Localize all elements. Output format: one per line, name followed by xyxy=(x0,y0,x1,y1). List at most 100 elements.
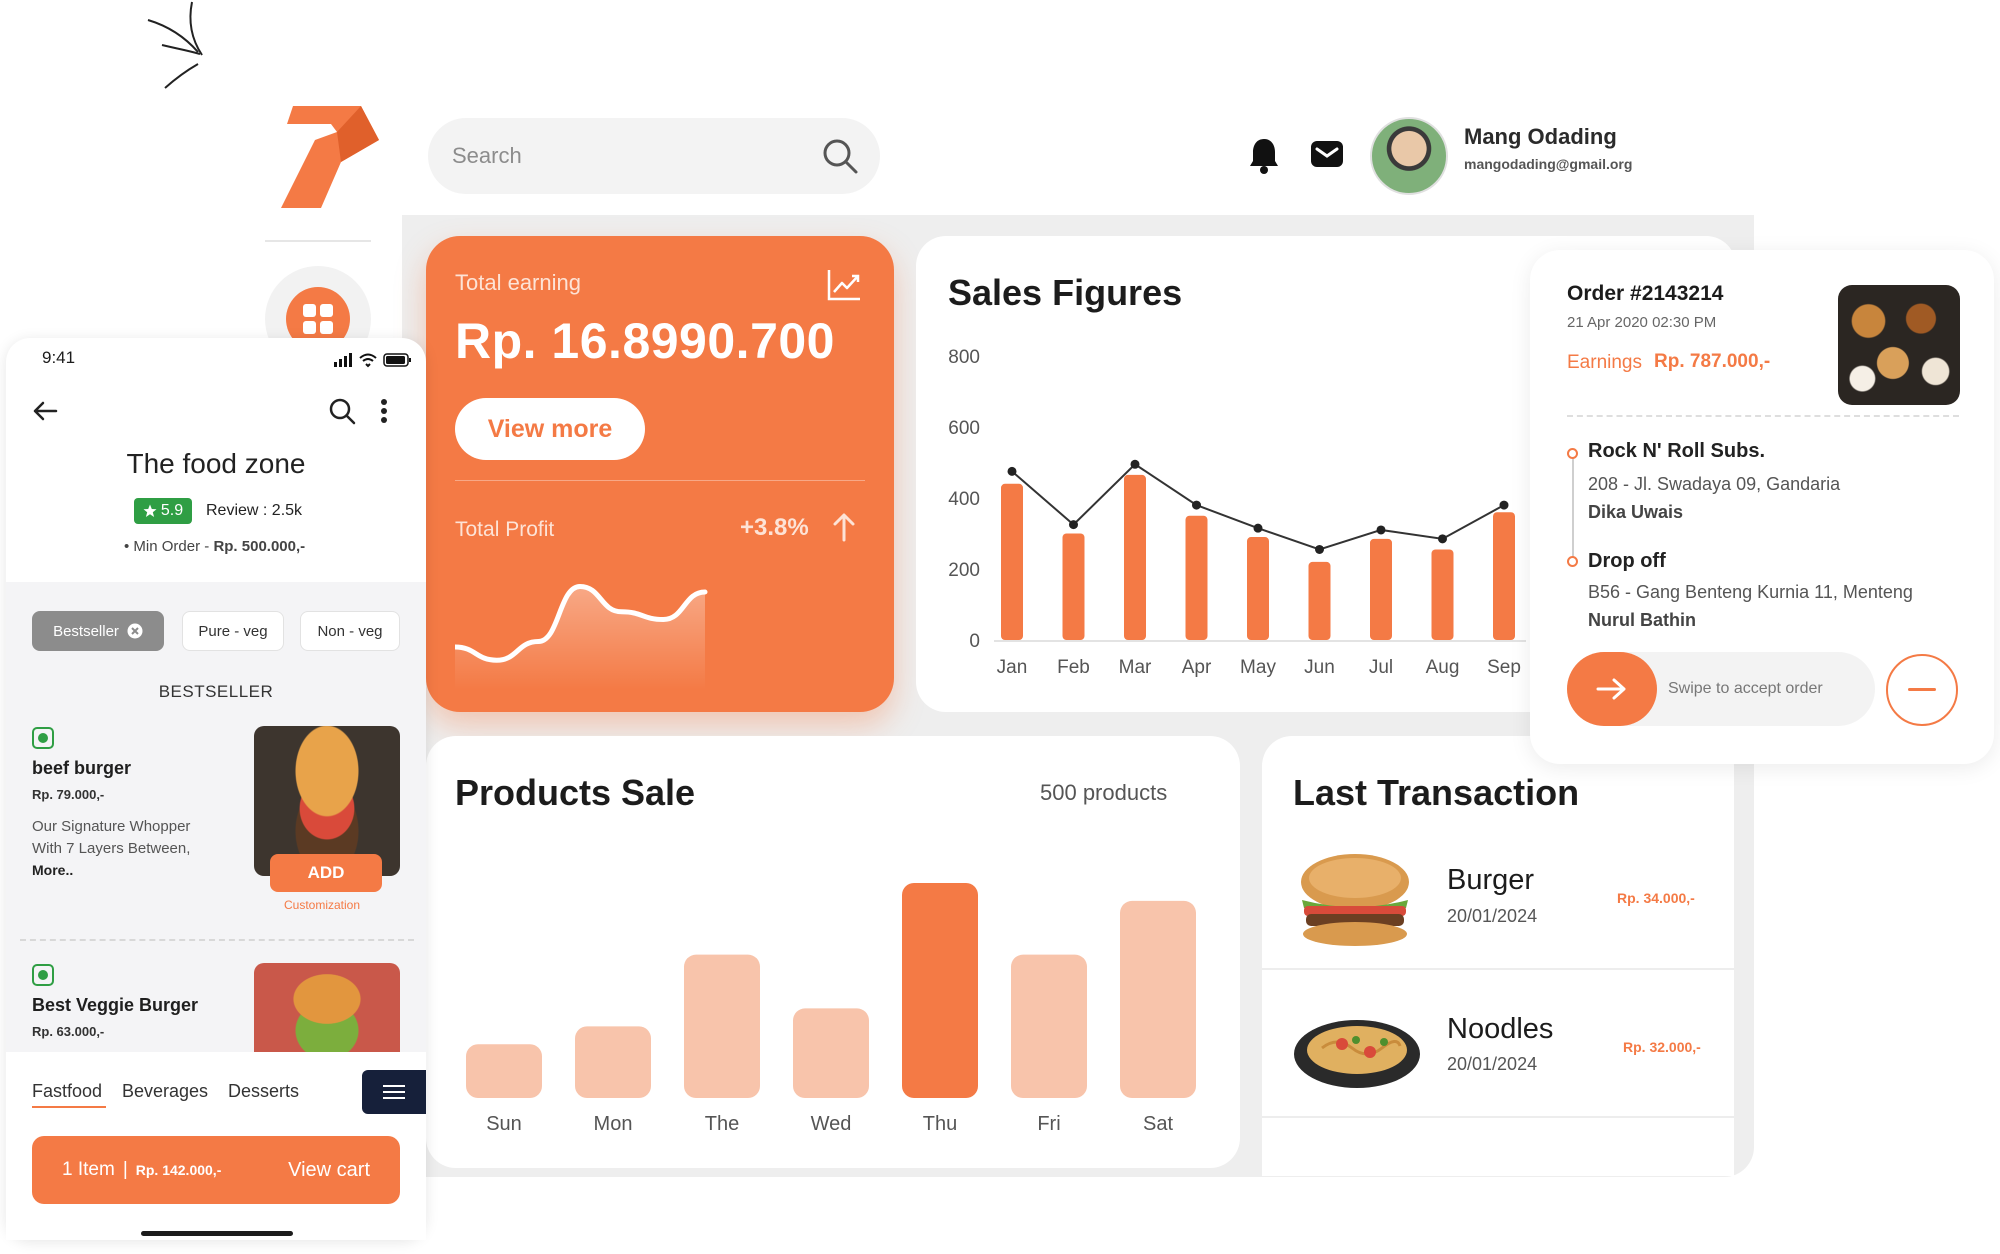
close-circle-icon[interactable] xyxy=(127,623,143,639)
rating-value: 5.9 xyxy=(160,502,184,519)
more-vertical-icon[interactable] xyxy=(380,398,388,424)
x-tick-label: Jun xyxy=(1304,657,1335,678)
user-name: Mang Odading xyxy=(1464,124,1617,149)
pickup-address: 208 - Jl. Swadaya 09, Gandaria xyxy=(1588,474,1841,494)
bell-icon[interactable] xyxy=(1248,136,1280,174)
active-tab-indicator xyxy=(32,1106,106,1108)
product-sale-bar xyxy=(1011,954,1087,1098)
restaurant-title: The food zone xyxy=(126,448,306,479)
trend-chart-icon xyxy=(827,270,860,301)
sales-trend-point xyxy=(1499,500,1509,510)
dropoff-label: Drop off xyxy=(1588,550,1666,572)
menu-item-price: Rp. 79.000,- xyxy=(32,787,105,802)
mail-icon[interactable] xyxy=(1310,140,1344,168)
search-icon[interactable] xyxy=(328,397,356,425)
product-sale-bar xyxy=(684,954,760,1098)
tab-desserts[interactable]: Desserts xyxy=(228,1081,299,1102)
arrow-up-icon xyxy=(833,513,855,542)
sales-bar xyxy=(1185,515,1208,640)
status-bar-icons xyxy=(334,353,411,368)
x-tick-label: Jan xyxy=(997,657,1028,678)
dropoff-person: Nurul Bathin xyxy=(1588,610,1696,630)
products-sale-chart: Sun Mon The Wed Thu Fri Sat xyxy=(466,883,1196,1135)
x-tick-label: Sun xyxy=(486,1113,522,1135)
veg-indicator-icon xyxy=(32,727,54,749)
menu-button[interactable] xyxy=(362,1070,426,1114)
add-item-button[interactable]: ADD xyxy=(270,854,382,892)
search-icon[interactable] xyxy=(820,136,860,176)
review-count: Review : 2.5k xyxy=(206,502,303,519)
x-tick-label: Sep xyxy=(1487,657,1521,678)
sales-bar xyxy=(1431,549,1454,640)
x-tick-label: Mar xyxy=(1119,657,1152,678)
sales-trend-point xyxy=(1438,534,1447,544)
swipe-accept-handle[interactable] xyxy=(1567,652,1657,726)
sales-bar xyxy=(1124,474,1146,640)
view-cart-button[interactable]: 1 Item | Rp. 142.000,- View cart xyxy=(32,1136,400,1204)
arrow-right-icon xyxy=(1596,678,1626,700)
menu-item-price: Rp. 63.000,- xyxy=(32,1024,105,1039)
back-arrow-icon[interactable] xyxy=(32,400,58,422)
swipe-accept-text: Swipe to accept order xyxy=(1668,680,1823,697)
filter-chip-label: Non - veg xyxy=(317,622,383,640)
pickup-name: Rock N' Roll Subs. xyxy=(1588,440,1766,462)
min-order: • Min Order - Rp. 500.000,- xyxy=(124,538,306,555)
sales-trend-point xyxy=(1376,525,1386,535)
product-sale-bar xyxy=(575,1026,651,1098)
sales-bar xyxy=(1001,483,1023,640)
sales-trend-line xyxy=(1011,462,1505,551)
sales-trend-point xyxy=(1315,544,1324,554)
sales-trend-point xyxy=(1192,500,1201,510)
filter-chip-label: Pure - veg xyxy=(198,622,268,640)
tab-beverages[interactable]: Beverages xyxy=(122,1081,208,1102)
veg-indicator-icon xyxy=(32,964,54,986)
order-date: 21 Apr 2020 02:30 PM xyxy=(1567,314,1717,331)
pickup-marker-icon xyxy=(1567,448,1578,459)
x-tick-label: Wed xyxy=(811,1113,852,1135)
search-input[interactable] xyxy=(452,140,782,172)
order-earnings-value: Rp. 787.000,- xyxy=(1654,351,1771,372)
menu-item-name: Best Veggie Burger xyxy=(32,995,199,1015)
filter-chip-pure-veg[interactable]: Pure - veg xyxy=(182,611,284,651)
last-transaction-title: Last Transaction xyxy=(1293,772,1580,813)
cart-separator: | xyxy=(122,1159,128,1180)
filter-chip-non-veg[interactable]: Non - veg xyxy=(300,611,400,651)
avatar[interactable] xyxy=(1370,117,1448,195)
sales-trend-point xyxy=(1253,523,1263,533)
product-sale-bar xyxy=(466,1044,542,1098)
view-more-button[interactable]: View more xyxy=(455,398,645,460)
menu-item-more-link[interactable]: More.. xyxy=(32,862,73,878)
y-tick-label: 600 xyxy=(948,418,980,439)
x-tick-label: Thu xyxy=(923,1113,957,1135)
total-profit-value: +3.8% xyxy=(740,514,809,541)
section-heading: BESTSELLER xyxy=(158,682,274,701)
decline-order-button[interactable] xyxy=(1886,654,1958,726)
rating-badge: 5.9 xyxy=(134,498,192,524)
total-earning-value: Rp. 16.8990.700 xyxy=(455,313,835,369)
sales-bar xyxy=(1308,561,1331,640)
sales-trend-point xyxy=(1007,466,1017,476)
minus-icon xyxy=(1908,688,1936,691)
x-tick-label: Sat xyxy=(1143,1113,1173,1135)
sales-bar xyxy=(1062,533,1085,640)
order-title: Order #2143214 xyxy=(1567,282,1724,305)
x-tick-label: Feb xyxy=(1057,657,1090,678)
sidebar-divider xyxy=(265,240,371,242)
filter-chip-bestseller[interactable]: Bestseller xyxy=(32,611,164,651)
total-earning-label: Total earning xyxy=(455,270,581,295)
y-tick-label: 200 xyxy=(948,560,980,581)
customization-link[interactable]: Customization xyxy=(284,898,360,912)
veggie-burger-image xyxy=(254,963,400,1053)
product-sale-bar xyxy=(902,883,978,1098)
transaction-date: 20/01/2024 xyxy=(1447,1054,1538,1074)
tab-fastfood[interactable]: Fastfood xyxy=(32,1081,102,1102)
view-cart-label: View cart xyxy=(288,1158,370,1181)
transaction-price: Rp. 32.000,- xyxy=(1623,1039,1701,1055)
transaction-date: 20/01/2024 xyxy=(1447,906,1538,926)
hamburger-menu-icon xyxy=(383,1085,405,1099)
filter-chip-label: Bestseller xyxy=(53,622,119,640)
dropoff-marker-icon xyxy=(1567,556,1578,567)
profit-sparkline xyxy=(455,584,708,690)
home-indicator xyxy=(141,1231,293,1236)
order-food-image xyxy=(1838,285,1960,405)
